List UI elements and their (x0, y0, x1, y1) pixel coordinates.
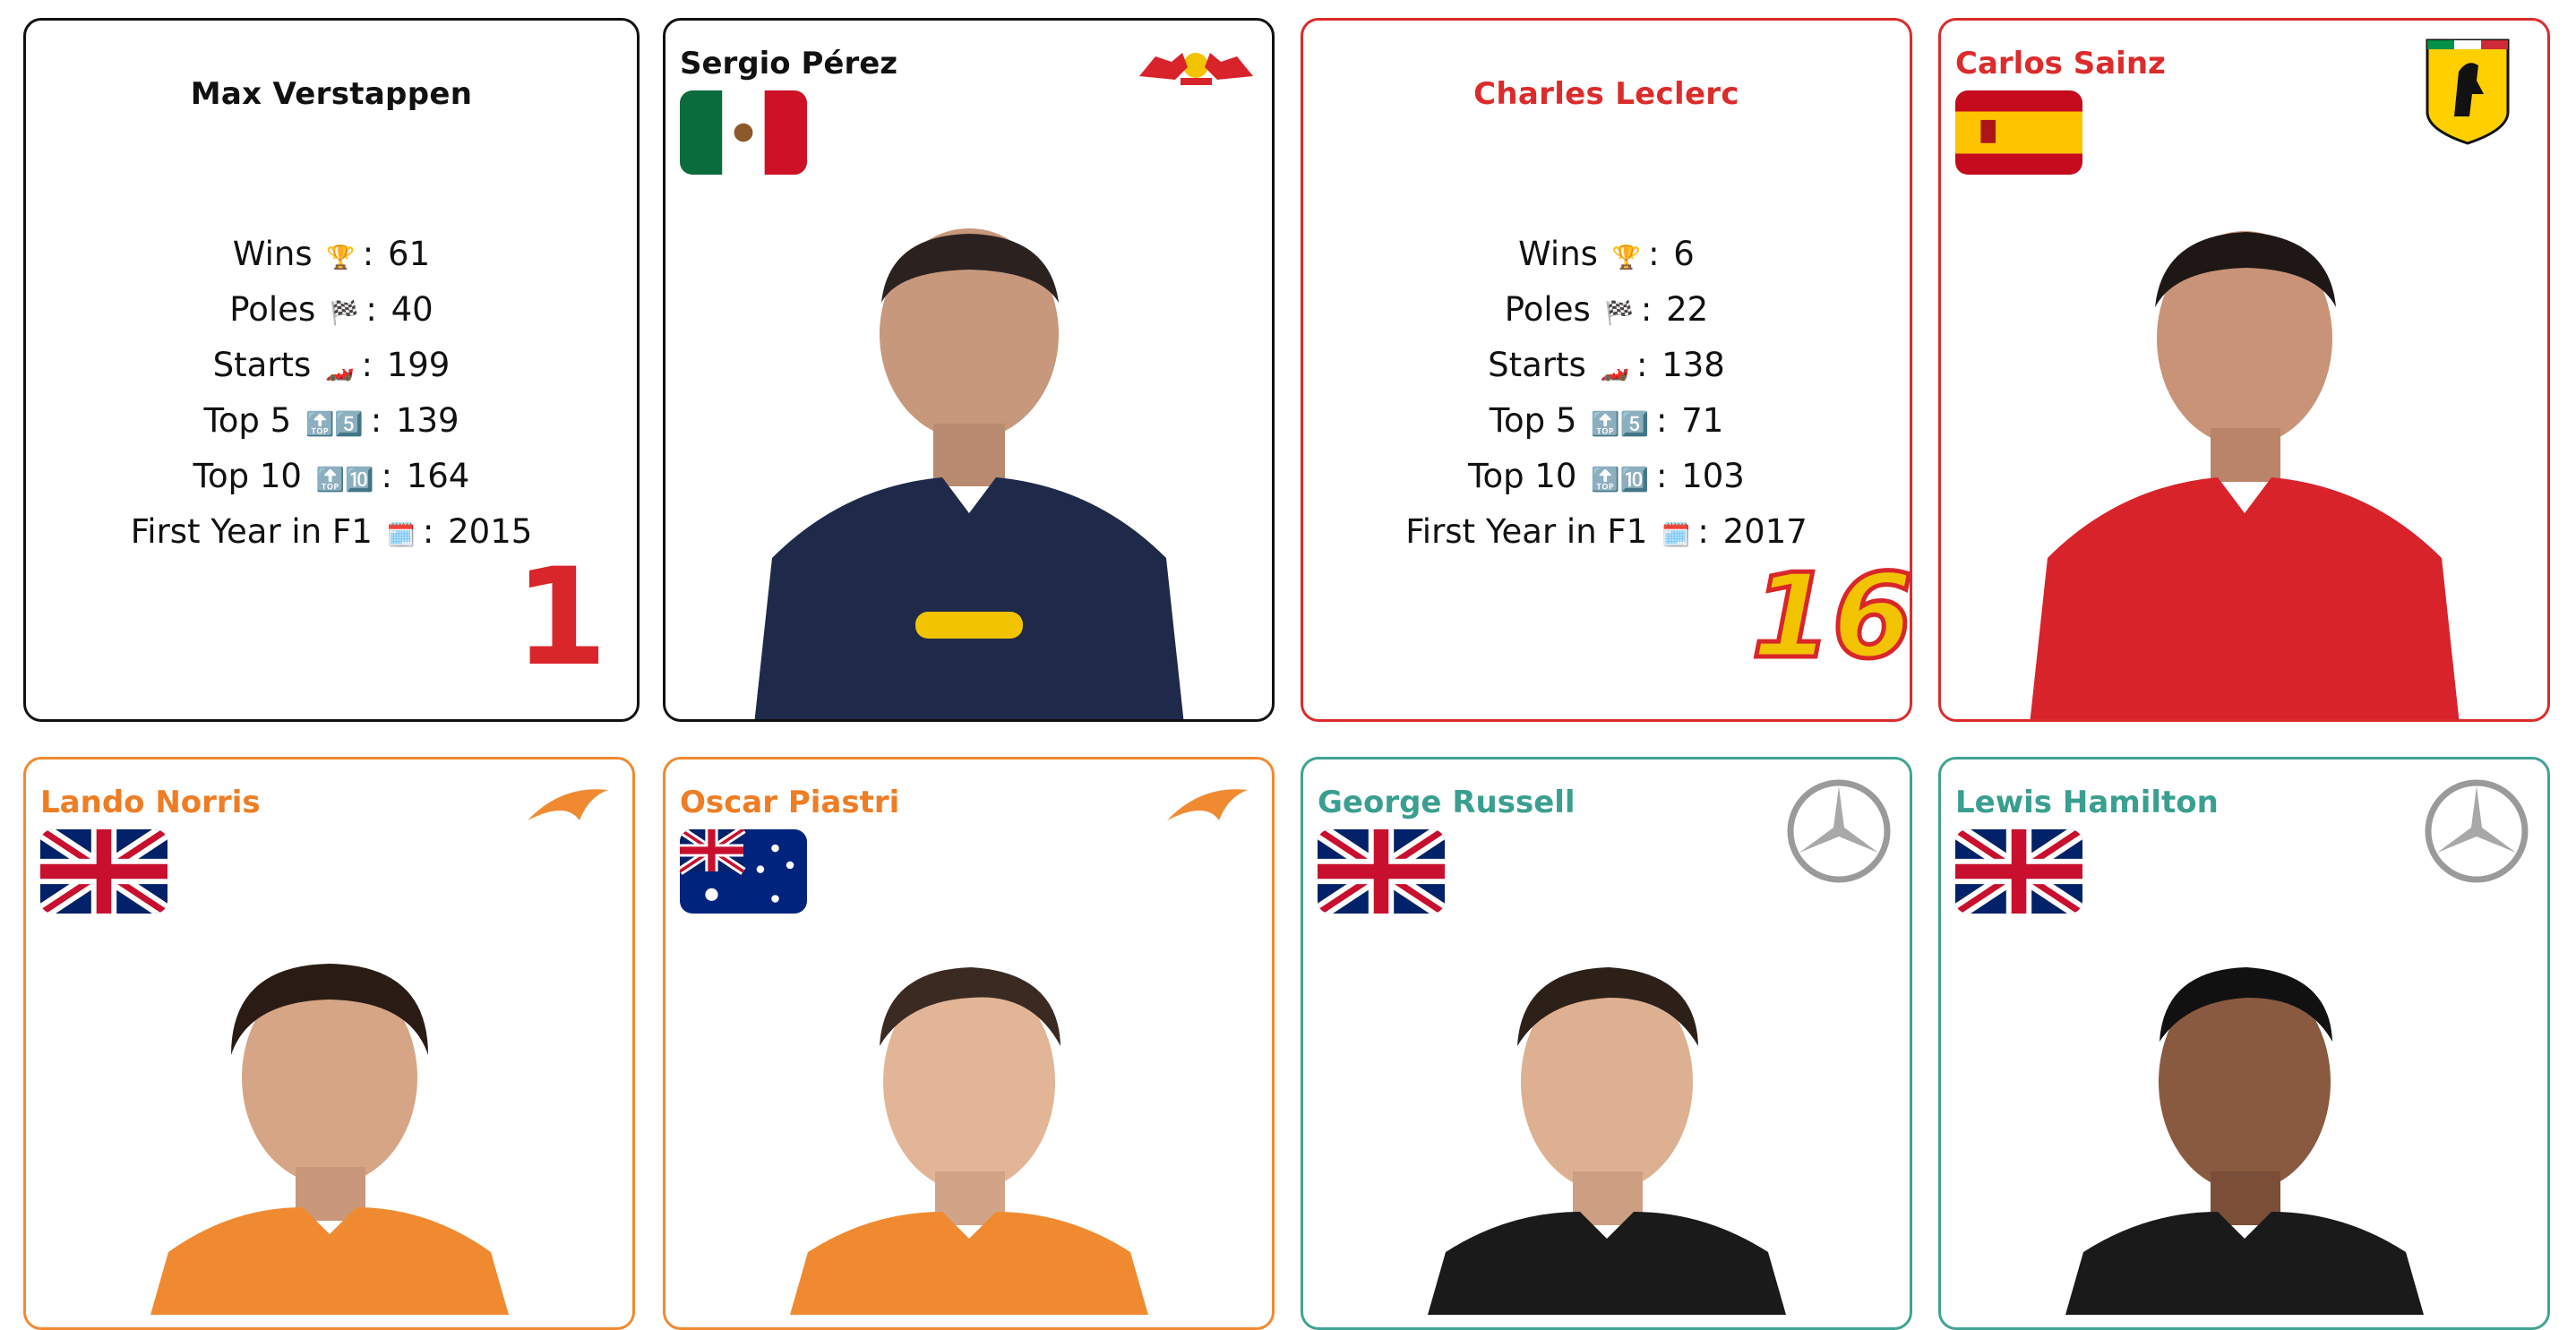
mexico-flag-icon (680, 90, 807, 175)
stat-starts: Starts 🏎️: 138 (1488, 346, 1725, 384)
australia-flag-icon (680, 829, 807, 914)
stat-top5: Top 5 🔝5️⃣: 71 (1489, 401, 1724, 440)
stats-list: Wins 🏆: 61 Poles 🏁: 40 Starts 🏎️: 199 To… (26, 227, 637, 560)
stat-poles: Poles 🏁: 22 (1504, 290, 1709, 329)
car-number: 1 (514, 540, 608, 696)
race-car-icon: 🏎️ (1600, 356, 1629, 382)
ferrari-logo-icon (2423, 31, 2512, 148)
driver-portrait (1941, 218, 2547, 719)
driver-card-sergio-perez[interactable]: Sergio Pérez (663, 18, 1275, 722)
driver-name: Lando Norris (40, 785, 261, 820)
driver-portrait (26, 957, 632, 1315)
driver-portrait (1303, 957, 1910, 1315)
driver-name: Max Verstappen (190, 76, 473, 112)
uk-flag-icon (1318, 829, 1445, 914)
stat-poles: Poles 🏁: 40 (229, 290, 434, 329)
top-five-icon: 🔝5️⃣ (1591, 411, 1649, 438)
driver-card-lewis-hamilton[interactable]: Lewis Hamilton (1938, 757, 2550, 1330)
calendar-icon: 🗓️ (386, 522, 416, 549)
calendar-icon: 🗓️ (1662, 522, 1691, 549)
top-ten-icon: 🔝🔟 (1591, 467, 1649, 493)
driver-portrait (1941, 957, 2547, 1315)
trophy-icon: 🏆 (326, 245, 356, 271)
stat-top10: Top 10 🔝🔟: 164 (193, 457, 470, 495)
top-five-icon: 🔝5️⃣ (305, 411, 364, 438)
chequered-flag-icon: 🏁 (330, 300, 359, 327)
stat-top10: Top 10 🔝🔟: 103 (1468, 457, 1745, 495)
red-bull-logo-icon (1136, 40, 1257, 92)
stat-starts: Starts 🏎️: 199 (212, 346, 451, 384)
car-number: 16 (1749, 548, 1912, 684)
mclaren-logo-icon (1165, 785, 1250, 824)
stat-top5: Top 5 🔝5️⃣: 139 (203, 401, 459, 440)
mclaren-logo-icon (526, 785, 611, 824)
uk-flag-icon (40, 829, 167, 914)
top-ten-icon: 🔝🔟 (315, 467, 374, 493)
trophy-icon: 🏆 (1611, 245, 1642, 271)
stat-wins: Wins 🏆: 61 (232, 235, 431, 273)
stat-wins: Wins 🏆: 6 (1518, 235, 1695, 273)
mercedes-logo-icon (1785, 777, 1893, 885)
driver-name: George Russell (1318, 785, 1576, 820)
driver-card-max-verstappen[interactable]: Max Verstappen Wins 🏆: 61 Poles 🏁: 40 St… (23, 18, 640, 722)
driver-card-lando-norris[interactable]: Lando Norris (23, 757, 635, 1330)
spain-flag-icon (1955, 90, 2082, 175)
driver-name: Oscar Piastri (680, 785, 900, 820)
driver-card-charles-leclerc[interactable]: Charles Leclerc Wins 🏆: 6 Poles 🏁: 22 St… (1301, 18, 1912, 722)
driver-card-george-russell[interactable]: George Russell (1301, 757, 1912, 1330)
driver-name: Charles Leclerc (1473, 76, 1739, 112)
stats-list: Wins 🏆: 6 Poles 🏁: 22 Starts 🏎️: 138 Top… (1303, 227, 1910, 560)
chequered-flag-icon: 🏁 (1604, 300, 1634, 327)
driver-portrait (665, 957, 1272, 1315)
driver-name: Lewis Hamilton (1955, 785, 2219, 820)
driver-name: Sergio Pérez (680, 46, 898, 82)
driver-card-carlos-sainz[interactable]: Carlos Sainz (1938, 18, 2550, 722)
driver-portrait (665, 218, 1272, 719)
mercedes-logo-icon (2423, 777, 2530, 885)
race-car-icon: 🏎️ (325, 356, 355, 382)
driver-card-oscar-piastri[interactable]: Oscar Piastri (663, 757, 1275, 1330)
driver-name: Carlos Sainz (1955, 46, 2166, 82)
uk-flag-icon (1955, 829, 2082, 914)
